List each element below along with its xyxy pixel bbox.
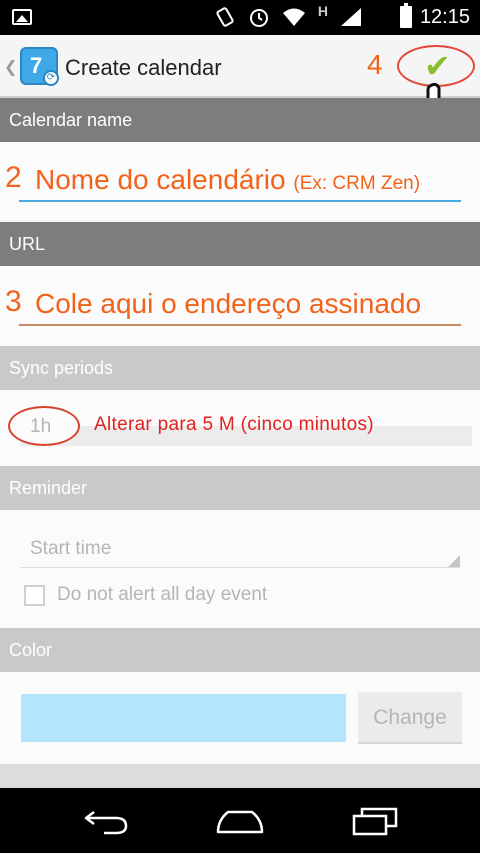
vibrate-icon (216, 7, 234, 27)
calendar-name-field[interactable]: 2 Nome do calendário (Ex: CRM Zen) (5, 161, 461, 202)
change-color-button[interactable]: Change (358, 692, 462, 744)
status-icons: H (214, 3, 362, 28)
calendar-name-hint-main: Nome do calendário (35, 164, 286, 195)
reminder-header: Reminder (0, 466, 480, 510)
navigation-bar (0, 788, 480, 853)
sync-period-annotation: Alterar para 5 M (cinco minutos) (94, 414, 374, 435)
step-2-annotation: 2 (5, 161, 22, 194)
calendar-name-header: Calendar name (0, 98, 480, 142)
status-time: 12:15 (419, 6, 470, 28)
calendar-name-panel: 2 Nome do calendário (Ex: CRM Zen) (0, 142, 480, 220)
url-hint: Cole aqui o endereço assinado (35, 288, 422, 319)
start-time-placeholder: Start time (30, 538, 112, 559)
up-caret-icon[interactable]: ❮ (4, 57, 17, 77)
reminder-panel: Start time Do not alert all day event (0, 510, 480, 628)
recent-apps-icon[interactable] (350, 806, 400, 836)
step-4-annotation: 4 (367, 49, 383, 80)
all-day-alert-checkbox[interactable] (24, 584, 45, 606)
url-header: URL (0, 222, 480, 266)
status-bar: H 12:15 (0, 0, 480, 35)
page-title: Create calendar (65, 55, 222, 80)
step-3-annotation: 3 (5, 285, 22, 318)
network-type-label: H (317, 3, 328, 19)
sync-periods-panel: 1h Alterar para 5 M (cinco minutos) (0, 390, 480, 470)
signal-icon (341, 8, 361, 26)
back-icon[interactable] (82, 806, 132, 836)
check-icon: ✔ (424, 48, 451, 84)
color-header: Color (0, 628, 480, 672)
save-button[interactable]: ✔ (397, 45, 475, 87)
calendar-name-hint: Nome do calendário (Ex: CRM Zen) (35, 164, 420, 196)
app-calendar-icon[interactable]: 7 ⟳ (20, 47, 59, 86)
wifi-icon (282, 8, 305, 26)
all-day-alert-option[interactable]: Do not alert all day event (24, 582, 267, 608)
start-time-select[interactable]: Start time (20, 532, 460, 568)
sync-badge-icon: ⟳ (43, 70, 59, 86)
sync-period-select[interactable]: 1h (8, 406, 80, 446)
url-field[interactable]: 3 Cole aqui o endereço assinado (5, 285, 461, 326)
color-panel: Change (0, 672, 480, 764)
image-icon (12, 9, 32, 25)
sync-periods-header: Sync periods (0, 346, 480, 390)
alarm-icon (249, 9, 268, 27)
battery-icon (400, 3, 412, 28)
dropdown-corner-icon (448, 555, 460, 567)
home-icon[interactable] (215, 806, 265, 836)
app-icon-number: 7 (30, 53, 43, 78)
bottom-spacer (0, 764, 480, 788)
url-panel: 3 Cole aqui o endereço assinado (0, 266, 480, 346)
calendar-name-hint-example: (Ex: CRM Zen) (293, 173, 421, 194)
sync-period-value: 1h (30, 416, 52, 437)
color-swatch[interactable] (21, 694, 346, 742)
all-day-alert-label: Do not alert all day event (57, 584, 268, 605)
